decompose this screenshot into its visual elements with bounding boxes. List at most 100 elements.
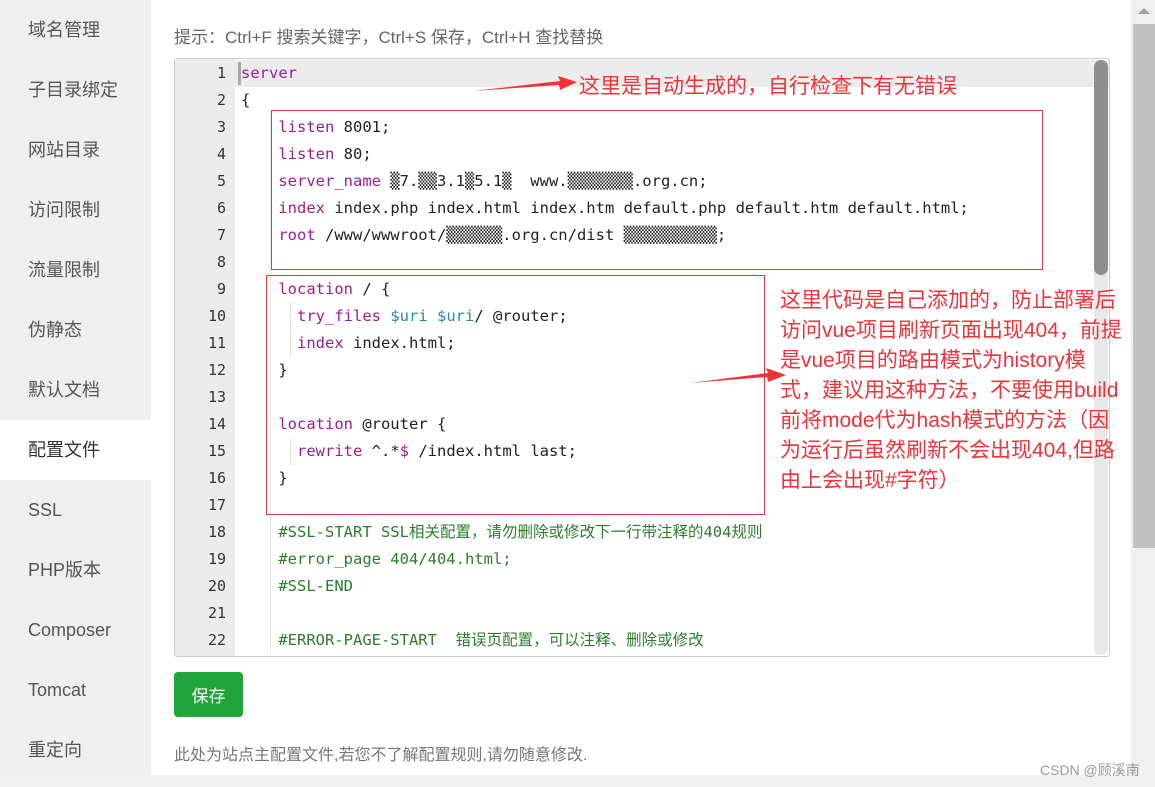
line-number: 11 [207,334,226,352]
code-line[interactable]: 3 listen 8001; [175,114,1109,141]
code-token: #SSL-END [241,577,353,595]
sidebar-item[interactable]: PHP版本 [0,540,151,600]
code-line[interactable]: 8 [175,249,1109,276]
code-text: } [241,465,288,492]
line-number: 9 [216,280,226,298]
code-text: listen 80; [241,141,372,168]
code-text: index index.php index.html index.htm def… [241,195,969,222]
code-text: #error_page 404/404.html; [241,546,512,573]
line-number: 14 [207,415,226,433]
sidebar-item[interactable]: 网站目录 [0,120,151,180]
line-number: 12 [207,361,226,379]
code-token: #ERROR-PAGE-START 错误页配置，可以注释、删除或修改 [241,631,704,649]
sidebar-item[interactable]: 重定向 [0,720,151,780]
code-token: } [241,361,288,379]
code-token: index [241,334,344,352]
line-number: 2 [216,91,226,109]
code-token: ^.* [362,442,400,460]
shortcut-hint: 提示：Ctrl+F 搜索关键字，Ctrl+S 保存，Ctrl+H 查找替换 [174,28,604,47]
code-line[interactable]: 17 [175,492,1109,519]
line-number: 21 [207,604,226,622]
annotation-line: 访问vue项目刷新页面出现404，前提 [780,319,1122,342]
sidebar-item[interactable]: 子目录绑定 [0,60,151,120]
indent-guide [270,114,271,654]
code-text: { [241,87,250,114]
code-text: server_name ▒7.▒▒3.1▒5.1▒ www.▒▒▒▒▒▒▒.or… [241,168,708,195]
line-number: 8 [216,253,226,271]
line-number: 6 [216,199,226,217]
sidebar-item[interactable]: Composer [0,600,151,660]
annotation-line: 这里代码是自己添加的，防止部署后 [780,289,1116,312]
annotation-line: 式，建议用这种方法，不要使用build [780,379,1119,402]
code-line[interactable]: 18 #SSL-START SSL相关配置，请勿删除或修改下一行带注释的404规… [175,519,1109,546]
scroll-up-arrow-icon[interactable] [1138,8,1150,14]
code-token: index.php index.html index.htm default.p… [325,199,969,217]
line-number: 19 [207,550,226,568]
code-line[interactable]: 5 server_name ▒7.▒▒3.1▒5.1▒ www.▒▒▒▒▒▒▒.… [175,168,1109,195]
annotation-line: 前将mode代为hash模式的方法（因 [780,409,1110,432]
sidebar-item[interactable]: SSL [0,480,151,540]
code-text: root /www/wwwroot/▒▒▒▒▒▒.org.cn/dist ▒▒▒… [241,222,726,249]
sidebar-item[interactable]: 访问限制 [0,180,151,240]
code-line[interactable]: 21 [175,600,1109,627]
code-line[interactable]: 22 #ERROR-PAGE-START 错误页配置，可以注释、删除或修改 [175,627,1109,654]
line-number: 1 [216,64,226,82]
indent-guide [290,438,291,465]
code-text: index index.html; [241,330,456,357]
code-token: 80; [334,145,372,163]
annotation-line: 是vue项目的路由模式为history模 [780,349,1086,372]
code-token: $uri [437,307,475,325]
code-token: } [241,469,288,487]
code-text: } [241,357,288,384]
line-number: 7 [216,226,226,244]
code-text: location / { [241,276,390,303]
sidebar-item[interactable]: 默认文档 [0,360,151,420]
code-line[interactable]: 4 listen 80; [175,141,1109,168]
code-token: $uri [390,307,428,325]
line-number: 3 [216,118,226,136]
code-token: #SSL-START SSL相关配置，请勿删除或修改下一行带注释的404规则 [241,523,763,541]
code-line[interactable]: 7 root /www/wwwroot/▒▒▒▒▒▒.org.cn/dist ▒… [175,222,1109,249]
annotation-line: 为运行后虽然刷新不会出现404,但路 [780,439,1115,462]
watermark: CSDN @顾溪南 [1040,762,1140,778]
annotation-line: 由上会出现#字符） [780,469,960,492]
sidebar-item[interactable]: 域名管理 [0,0,151,60]
line-number: 10 [207,307,226,325]
line-number: 20 [207,577,226,595]
annotation-right: 这里代码是自己添加的，防止部署后 访问vue项目刷新页面出现404，前提 是vue项… [780,286,1150,496]
code-text: #SSL-END [241,573,353,600]
sidebar-item[interactable]: 流量限制 [0,240,151,300]
config-warning-note: 此处为站点主配置文件,若您不了解配置规则,请勿随意修改. [174,747,588,764]
line-number: 17 [207,496,226,514]
sidebar-item[interactable]: 配置文件 [0,420,151,480]
code-line[interactable]: 6 index index.php index.html index.htm d… [175,195,1109,222]
code-token: / @router; [474,307,568,325]
code-token: $ [399,442,409,460]
code-token: / { [352,280,391,298]
code-token: index.html; [343,334,456,352]
code-token: 8001; [334,118,391,136]
code-token: try_files [241,307,381,325]
code-token: location [241,415,353,433]
sidebar-item[interactable]: 伪静态 [0,300,151,360]
indent-guide [290,303,291,357]
code-token: @router { [352,415,447,433]
sidebar-item[interactable]: Tomcat [0,660,151,720]
code-text: rewrite ^.*$ /index.html last; [241,438,577,465]
code-token: index [241,199,325,217]
code-text: #ERROR-PAGE-START 错误页配置，可以注释、删除或修改 [241,627,704,654]
code-line[interactable]: 19 #error_page 404/404.html; [175,546,1109,573]
code-text: server [241,60,297,87]
code-token: listen [241,118,335,136]
save-button[interactable]: 保存 [174,672,243,717]
line-number: 15 [207,442,226,460]
code-line[interactable]: 20 #SSL-END [175,573,1109,600]
editor-scrollbar-thumb[interactable] [1094,60,1108,275]
sidebar: 域名管理 子目录绑定 网站目录 访问限制 流量限制 伪静态 默认文档 配置文件 SSL PHP版本… [0,0,151,775]
code-token: { [241,91,251,109]
code-token: #error_page 404/404.html; [241,550,512,568]
code-token: ▒7.▒▒3.1▒5.1▒ www.▒▒▒▒▒▒▒.org.cn; [380,172,708,190]
code-text: location @router { [241,411,446,438]
